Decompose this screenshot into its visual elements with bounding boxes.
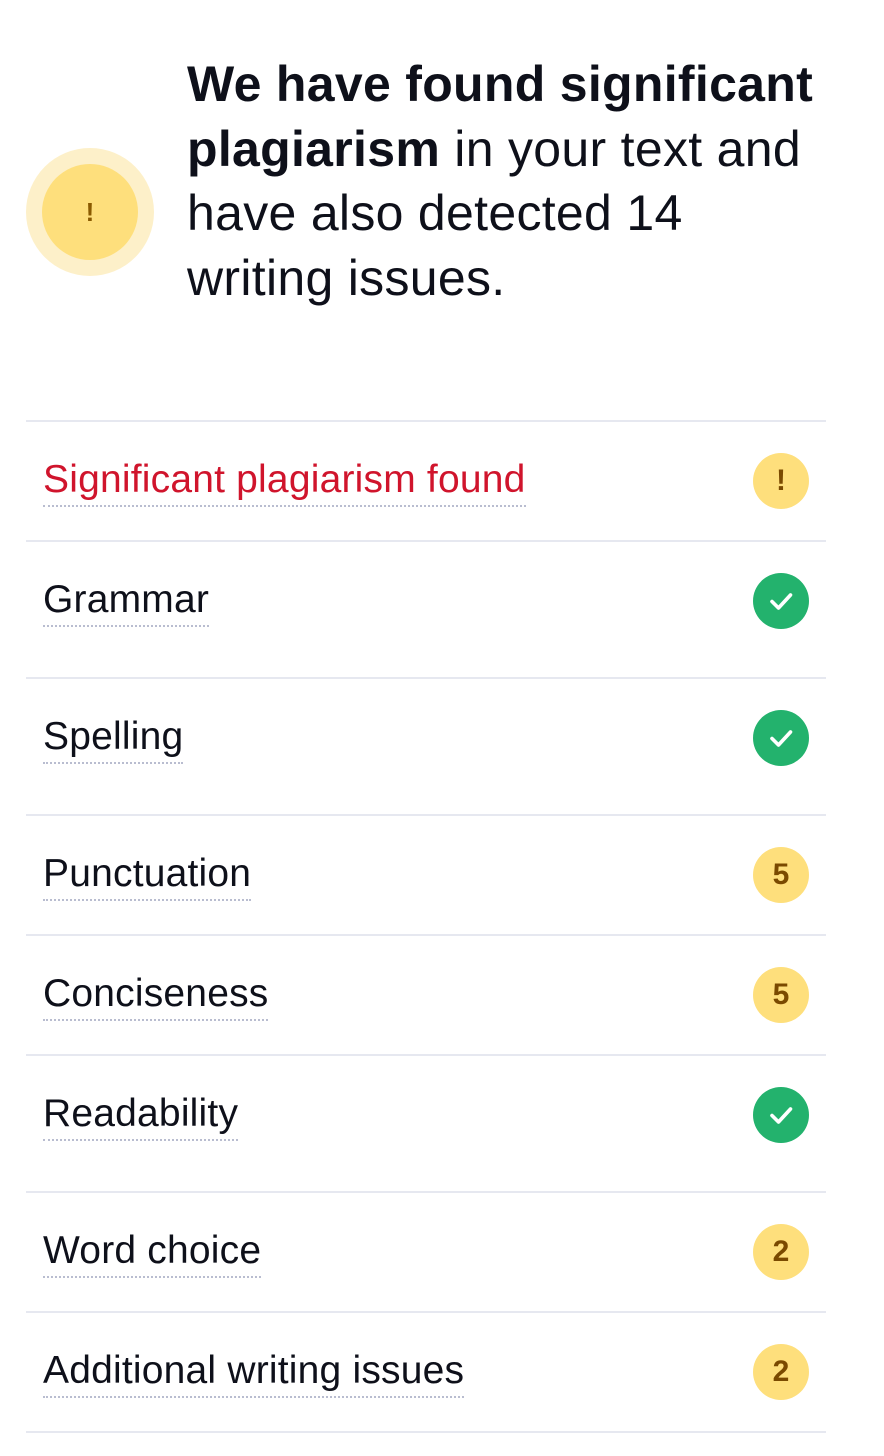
summary-headline: We have found significant plagiarism in … bbox=[187, 52, 827, 310]
issue-row-conciseness[interactable]: Conciseness 5 bbox=[26, 934, 826, 1054]
issue-label-plagiarism[interactable]: Significant plagiarism found bbox=[43, 457, 526, 507]
issue-row-punctuation[interactable]: Punctuation 5 bbox=[26, 814, 826, 934]
issue-label-additional[interactable]: Additional writing issues bbox=[43, 1348, 465, 1398]
plagiarism-summary: ! We have found significant plagiarism i… bbox=[0, 0, 884, 420]
issue-label-readability[interactable]: Readability bbox=[43, 1091, 239, 1141]
issue-count: 5 bbox=[772, 858, 790, 891]
issue-count: 5 bbox=[772, 978, 790, 1011]
issue-count-badge: 2 bbox=[753, 1344, 809, 1400]
issue-count-badge: 2 bbox=[753, 1224, 809, 1280]
issue-count-badge: 5 bbox=[753, 967, 809, 1023]
warning-badge-halo: ! bbox=[26, 148, 154, 276]
check-icon bbox=[753, 1087, 809, 1143]
issue-row-additional[interactable]: Additional writing issues 2 bbox=[26, 1311, 826, 1433]
warning-badge: ! bbox=[42, 164, 138, 260]
issue-row-spelling[interactable]: Spelling bbox=[26, 677, 826, 814]
issue-row-readability[interactable]: Readability bbox=[26, 1054, 826, 1191]
exclamation-icon: ! bbox=[85, 197, 95, 227]
exclamation-icon: ! bbox=[776, 464, 786, 497]
issue-label-punctuation[interactable]: Punctuation bbox=[43, 851, 252, 901]
issue-label-word-choice[interactable]: Word choice bbox=[43, 1228, 262, 1278]
issue-label-conciseness[interactable]: Conciseness bbox=[43, 971, 269, 1021]
check-icon bbox=[753, 573, 809, 629]
issue-row-word-choice[interactable]: Word choice 2 bbox=[26, 1191, 826, 1311]
issue-label-spelling[interactable]: Spelling bbox=[43, 714, 184, 764]
issue-label-grammar[interactable]: Grammar bbox=[43, 577, 210, 627]
issue-count-badge: 5 bbox=[753, 847, 809, 903]
issue-row-grammar[interactable]: Grammar bbox=[26, 540, 826, 677]
issue-row-plagiarism[interactable]: Significant plagiarism found ! bbox=[26, 420, 826, 540]
issue-count: 2 bbox=[772, 1235, 790, 1268]
issue-count: 2 bbox=[772, 1355, 790, 1388]
warning-indicator: ! bbox=[753, 453, 809, 509]
check-icon bbox=[753, 710, 809, 766]
